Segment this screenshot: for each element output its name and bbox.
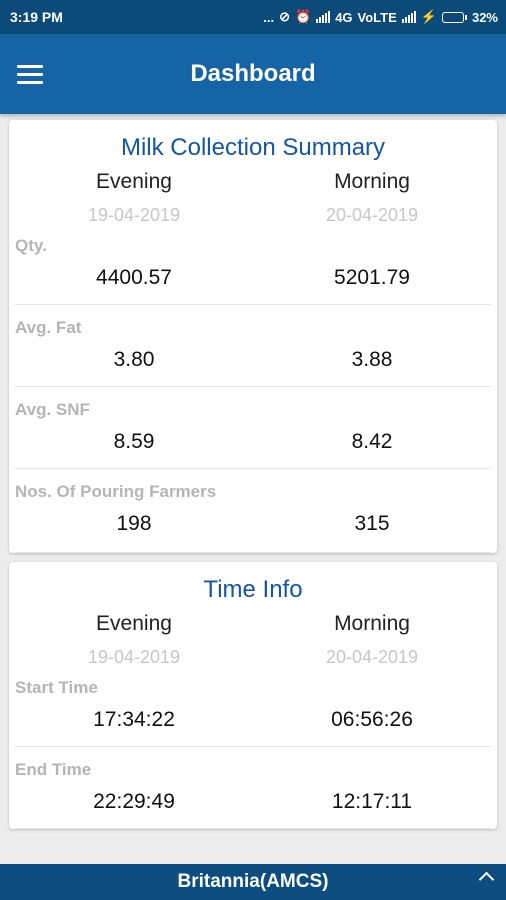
- card-title: Time Info: [203, 576, 303, 603]
- mute-icon: ⊘: [279, 9, 290, 24]
- time-row-start: Start Time 17:34:22 06:56:26: [15, 674, 491, 747]
- shift-date-evening: 19-04-2019: [87, 647, 181, 667]
- evening-value: 22:29:49: [93, 790, 175, 813]
- card-title: Milk Collection Summary: [120, 134, 386, 161]
- evening-value: 3.80: [113, 348, 155, 371]
- morning-value: 5201.79: [334, 266, 410, 289]
- metric-row-qty: Qty. 4400.57 5201.79: [15, 232, 491, 305]
- milk-collection-summary-card: Milk Collection Summary Evening 19-04-201…: [9, 120, 497, 553]
- metric-row-pouring-farmers: Nos. Of Pouring Farmers 198 315: [15, 478, 491, 553]
- shift-name-evening: Evening: [96, 612, 172, 635]
- volte-label: VoLTE: [357, 9, 397, 25]
- evening-value: 8.59: [113, 430, 155, 453]
- signal-icon-2: [401, 11, 416, 23]
- charging-icon: ⚡: [420, 9, 437, 24]
- metric-label: Qty.: [15, 236, 47, 255]
- morning-value: 8.42: [351, 430, 393, 453]
- shift-header: Evening 19-04-2019 Morning 20-04-2019: [15, 608, 491, 674]
- status-icons: ... ⊘ ⏰ 4G VoLTE ⚡ 32%: [263, 9, 498, 25]
- morning-value: 12:17:11: [331, 790, 413, 813]
- battery-percent: 32%: [471, 9, 498, 25]
- time-info-card: Time Info Evening 19-04-2019 Morning 20-04…: [9, 562, 497, 829]
- shift-name-evening: Evening: [96, 170, 172, 193]
- alarm-icon: ⏰: [295, 9, 312, 24]
- battery-icon: [441, 11, 467, 23]
- notification-dots: ...: [263, 9, 275, 25]
- center-selector-bar[interactable]: Britannia(AMCS): [0, 864, 506, 900]
- evening-value: 4400.57: [96, 266, 172, 289]
- status-bar: 3:19 PM ... ⊘ ⏰ 4G VoLTE ⚡ 32%: [0, 0, 506, 34]
- metric-label: Avg. Fat: [15, 318, 82, 337]
- shift-date-evening: 19-04-2019: [87, 205, 181, 225]
- morning-value: 06:56:26: [331, 708, 413, 731]
- time-label: Start Time: [15, 678, 98, 697]
- shift-header: Evening 19-04-2019 Morning 20-04-2019: [15, 166, 491, 232]
- shift-name-morning: Morning: [334, 170, 410, 193]
- evening-value: 198: [116, 512, 152, 535]
- metric-label: Avg. SNF: [15, 400, 90, 419]
- chevron-up-icon[interactable]: [478, 871, 495, 888]
- metric-label: Nos. Of Pouring Farmers: [15, 482, 217, 501]
- time-row-end: End Time 22:29:49 12:17:11: [15, 756, 491, 829]
- shift-name-morning: Morning: [334, 612, 410, 635]
- shift-date-morning: 20-04-2019: [325, 205, 419, 225]
- metric-row-avg-snf: Avg. SNF 8.59 8.42: [15, 396, 491, 469]
- hamburger-menu-icon[interactable]: [0, 34, 60, 114]
- evening-value: 17:34:22: [93, 708, 175, 731]
- morning-value: 3.88: [351, 348, 393, 371]
- signal-icon: [316, 11, 331, 23]
- shift-date-morning: 20-04-2019: [325, 647, 419, 667]
- dashboard-content: Milk Collection Summary Evening 19-04-201…: [9, 120, 497, 838]
- network-type: 4G: [335, 9, 353, 25]
- center-name: Britannia(AMCS): [177, 871, 329, 892]
- morning-value: 315: [354, 512, 390, 535]
- time-label: End Time: [15, 760, 92, 779]
- page-title: Dashboard: [190, 60, 316, 87]
- app-bar: Dashboard: [0, 34, 506, 114]
- status-time: 3:19 PM: [10, 9, 63, 25]
- metric-row-avg-fat: Avg. Fat 3.80 3.88: [15, 314, 491, 387]
